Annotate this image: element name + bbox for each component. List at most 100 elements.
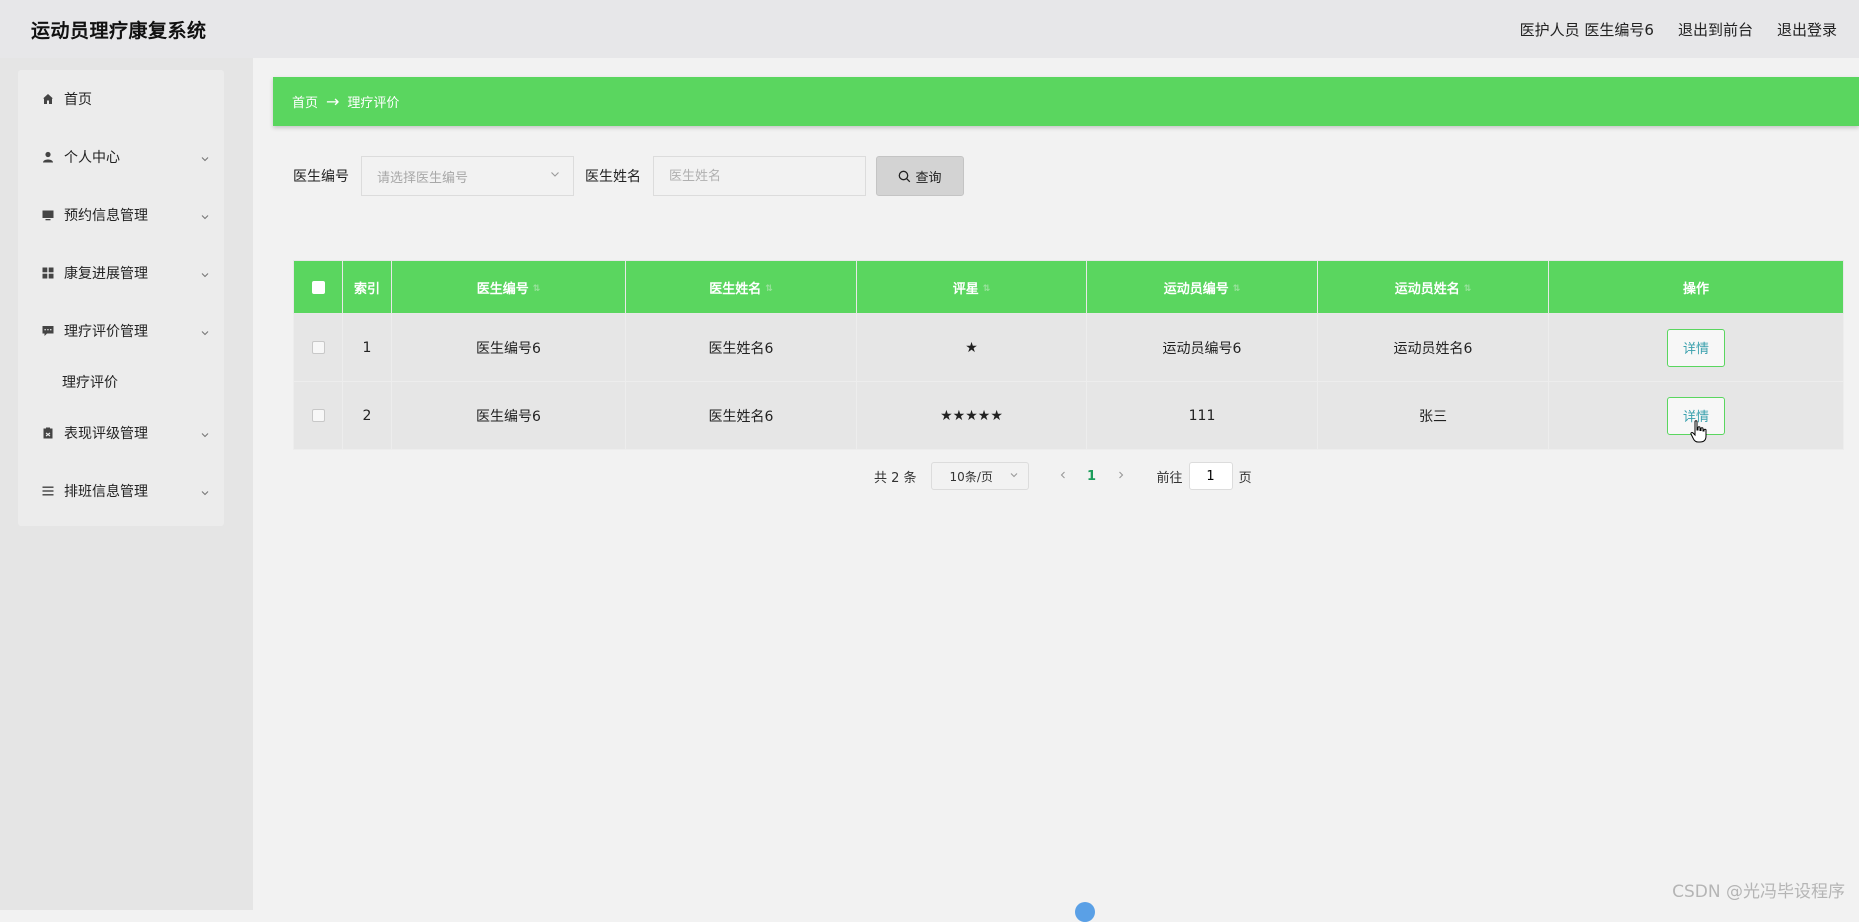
column-header-doctor-id[interactable]: 医生编号⇅ (392, 261, 626, 314)
page-size-select[interactable]: 10条/页 (931, 462, 1029, 490)
clipboard-icon (41, 426, 55, 440)
row-select-cell (294, 382, 343, 450)
page-size-value: 10条/页 (950, 468, 993, 485)
cell-rating: ★ (857, 314, 1087, 382)
cell-rating: ★★★★★ (857, 382, 1087, 450)
cell-doctor-name: 医生姓名6 (626, 314, 857, 382)
list-icon (41, 484, 55, 498)
select-all-checkbox[interactable] (312, 281, 325, 294)
chevron-down-icon (200, 268, 210, 278)
table-row: 1 医生编号6 医生姓名6 ★ 运动员编号6 运动员姓名6 详情 (294, 314, 1844, 382)
back-to-front-link[interactable]: 退出到前台 (1678, 19, 1753, 40)
sidebar-item-label: 首页 (64, 89, 210, 109)
sidebar-item-personal-center[interactable]: 个人中心 (18, 128, 224, 186)
column-header-action: 操作 (1549, 261, 1844, 314)
table-row: 2 医生编号6 医生姓名6 ★★★★★ 111 张三 详情 (294, 382, 1844, 450)
breadcrumb-current: 理疗评价 (347, 92, 399, 111)
cell-athlete-name: 张三 (1318, 382, 1549, 450)
cell-athlete-id: 运动员编号6 (1087, 314, 1318, 382)
doctor-name-label: 医生姓名 (585, 166, 641, 186)
cell-doctor-id: 医生编号6 (392, 314, 626, 382)
chevron-down-icon (200, 210, 210, 220)
detail-button[interactable]: 详情 (1667, 329, 1725, 367)
sidebar-item-schedule[interactable]: 排班信息管理 (18, 462, 224, 520)
row-checkbox[interactable] (312, 409, 325, 422)
chevron-down-icon (200, 428, 210, 438)
sidebar-item-label: 康复进展管理 (64, 263, 200, 283)
sort-icon[interactable]: ⇅ (1233, 284, 1241, 294)
column-header-index: 索引 (343, 261, 392, 314)
chevron-down-icon (200, 152, 210, 162)
sidebar-item-home[interactable]: 首页 (18, 70, 224, 128)
doctor-id-label: 医生编号 (293, 166, 349, 186)
page-unit-label: 页 (1239, 467, 1252, 486)
chevron-down-icon (1009, 469, 1019, 483)
sidebar-item-appointment[interactable]: 预约信息管理 (18, 186, 224, 244)
table-header-row: 索引 医生编号⇅ 医生姓名⇅ 评星⇅ 运动员编号⇅ 运动员姓名⇅ 操作 (294, 261, 1844, 314)
search-icon (898, 170, 911, 183)
sidebar-subitem-therapy-review[interactable]: 理疗评价 (18, 360, 224, 404)
comment-icon (41, 324, 55, 338)
sidebar-menu: 首页 个人中心 预约信息管理 康复进展管理 理疗评价管理 (18, 70, 224, 526)
column-header-doctor-name[interactable]: 医生姓名⇅ (626, 261, 857, 314)
current-user: 医护人员 医生编号6 (1520, 19, 1654, 40)
sort-icon[interactable]: ⇅ (983, 284, 991, 294)
doctor-id-select-placeholder: 请选择医生编号 (377, 167, 468, 186)
select-all-cell (294, 261, 343, 314)
home-icon (41, 92, 55, 106)
breadcrumb-arrow-icon: → (326, 92, 339, 111)
pagination-total: 共 2 条 (874, 467, 917, 486)
next-page-icon[interactable] (1111, 469, 1131, 484)
sidebar-item-therapy-review-mgmt[interactable]: 理疗评价管理 (18, 302, 224, 360)
cell-index: 2 (343, 382, 392, 450)
monitor-icon (41, 208, 55, 222)
scroll-indicator-dot (1075, 902, 1095, 922)
user-role: 医护人员 (1520, 21, 1580, 39)
app-title: 运动员理疗康复系统 (31, 16, 207, 43)
goto-page-input[interactable] (1189, 462, 1233, 490)
top-bar: 运动员理疗康复系统 医护人员 医生编号6 退出到前台 退出登录 (0, 0, 1859, 58)
doctor-id-select[interactable]: 请选择医生编号 (361, 156, 574, 196)
row-checkbox[interactable] (312, 341, 325, 354)
sidebar-item-label: 表现评级管理 (64, 423, 200, 443)
hand-cursor-icon (1690, 420, 1708, 444)
logout-link[interactable]: 退出登录 (1777, 19, 1837, 40)
sort-icon[interactable]: ⇅ (765, 284, 773, 294)
top-right-nav: 医护人员 医生编号6 退出到前台 退出登录 (1520, 19, 1837, 40)
review-table: 索引 医生编号⇅ 医生姓名⇅ 评星⇅ 运动员编号⇅ 运动员姓名⇅ 操作 1 医生… (293, 260, 1843, 450)
grid-icon (41, 266, 55, 280)
query-button[interactable]: 查询 (876, 156, 964, 196)
column-header-athlete-name[interactable]: 运动员姓名⇅ (1318, 261, 1549, 314)
sidebar-item-label: 个人中心 (64, 147, 200, 167)
doctor-name-input[interactable] (653, 156, 866, 196)
cell-doctor-name: 医生姓名6 (626, 382, 857, 450)
cell-index: 1 (343, 314, 392, 382)
pagination: 共 2 条 10条/页 1 前往 页 (874, 462, 1252, 490)
sidebar-item-rehab-progress[interactable]: 康复进展管理 (18, 244, 224, 302)
breadcrumb: 首页 → 理疗评价 (273, 77, 1859, 126)
watermark: CSDN @光冯毕设程序 (1672, 877, 1845, 902)
query-button-label: 查询 (915, 167, 941, 186)
chevron-down-icon (200, 486, 210, 496)
sidebar-item-performance-rating[interactable]: 表现评级管理 (18, 404, 224, 462)
goto-label: 前往 (1157, 467, 1183, 486)
column-header-rating[interactable]: 评星⇅ (857, 261, 1087, 314)
search-form: 医生编号 请选择医生编号 医生姓名 查询 (293, 156, 964, 196)
breadcrumb-home[interactable]: 首页 (292, 92, 318, 111)
chevron-down-icon (200, 326, 210, 336)
sort-icon[interactable]: ⇅ (533, 284, 541, 294)
user-id: 医生编号6 (1584, 21, 1654, 39)
sidebar-item-label: 理疗评价管理 (64, 321, 200, 341)
page-number-current[interactable]: 1 (1073, 469, 1111, 484)
row-select-cell (294, 314, 343, 382)
cell-athlete-name: 运动员姓名6 (1318, 314, 1549, 382)
sort-icon[interactable]: ⇅ (1464, 284, 1472, 294)
sidebar-item-label: 预约信息管理 (64, 205, 200, 225)
prev-page-icon[interactable] (1053, 469, 1073, 484)
user-icon (41, 150, 55, 164)
column-header-athlete-id[interactable]: 运动员编号⇅ (1087, 261, 1318, 314)
chevron-down-icon (549, 168, 561, 184)
cell-athlete-id: 111 (1087, 382, 1318, 450)
cell-action: 详情 (1549, 314, 1844, 382)
sidebar-item-label: 排班信息管理 (64, 481, 200, 501)
